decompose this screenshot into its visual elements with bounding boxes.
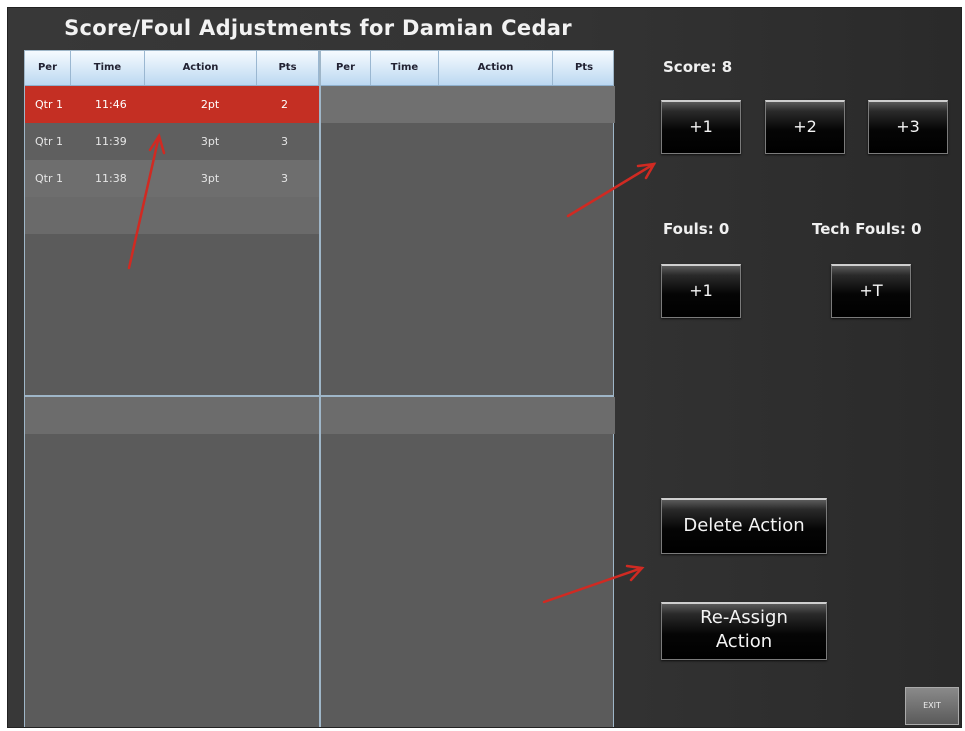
row-pts: 2 bbox=[281, 98, 288, 111]
row-time: 11:39 bbox=[95, 135, 127, 148]
row-per: Qtr 1 bbox=[35, 172, 63, 185]
row-pts: 3 bbox=[281, 135, 288, 148]
foul-plus-1-button[interactable]: +1 bbox=[661, 264, 741, 318]
column-header-action: Action bbox=[145, 51, 257, 85]
reassign-action-button[interactable]: Re-Assign Action bbox=[661, 602, 827, 660]
column-header-time-2: Time bbox=[371, 51, 439, 85]
row-action: 2pt bbox=[200, 98, 220, 111]
empty-row bbox=[25, 197, 319, 234]
score-plus-2-button[interactable]: +2 bbox=[765, 100, 845, 154]
row-time: 11:38 bbox=[95, 172, 127, 185]
score-label: Score: 8 bbox=[663, 58, 733, 76]
column-header-time: Time bbox=[71, 51, 145, 85]
row-pts: 3 bbox=[281, 172, 288, 185]
row-action: 3pt bbox=[200, 135, 220, 148]
column-header-pts-2: Pts bbox=[574, 62, 594, 73]
column-header-action-2: Action bbox=[439, 51, 553, 85]
row-time: 11:46 bbox=[95, 98, 127, 111]
fouls-label: Fouls: 0 bbox=[663, 220, 730, 238]
exit-button[interactable]: EXIT bbox=[905, 687, 959, 725]
grid-row-divider bbox=[25, 395, 613, 397]
score-foul-adjustment-screen: Score/Foul Adjustments for Damian Cedar … bbox=[7, 7, 962, 728]
score-plus-3-button[interactable]: +3 bbox=[868, 100, 948, 154]
actions-grid: Per Time Action Pts Per Time Action Pts … bbox=[24, 50, 615, 727]
delete-action-button[interactable]: Delete Action bbox=[661, 498, 827, 554]
column-header-per: Per bbox=[25, 51, 71, 85]
table-row[interactable]: Qtr 1 11:39 3pt 3 bbox=[25, 123, 319, 160]
table-row-selected[interactable]: Qtr 1 11:46 2pt 2 bbox=[25, 86, 319, 123]
table-row[interactable]: Qtr 1 11:38 3pt 3 bbox=[25, 160, 319, 197]
empty-row bbox=[321, 397, 615, 434]
reassign-label-line1: Re-Assign bbox=[700, 607, 788, 628]
column-header-pts: Pts bbox=[257, 51, 319, 85]
tech-foul-button[interactable]: +T bbox=[831, 264, 911, 318]
column-header-per-2: Per bbox=[321, 51, 371, 85]
row-per: Qtr 1 bbox=[35, 135, 63, 148]
page-title: Score/Foul Adjustments for Damian Cedar bbox=[64, 16, 572, 40]
row-per: Qtr 1 bbox=[35, 98, 63, 111]
score-plus-1-button[interactable]: +1 bbox=[661, 100, 741, 154]
arrow-head bbox=[625, 564, 645, 582]
row-action: 3pt bbox=[200, 172, 220, 185]
empty-row bbox=[25, 397, 319, 434]
arrow-head bbox=[636, 162, 657, 180]
reassign-label-line2: Action bbox=[715, 631, 773, 652]
empty-row bbox=[321, 86, 615, 123]
grid-column-divider bbox=[319, 51, 321, 727]
tech-fouls-label: Tech Fouls: 0 bbox=[812, 220, 922, 238]
